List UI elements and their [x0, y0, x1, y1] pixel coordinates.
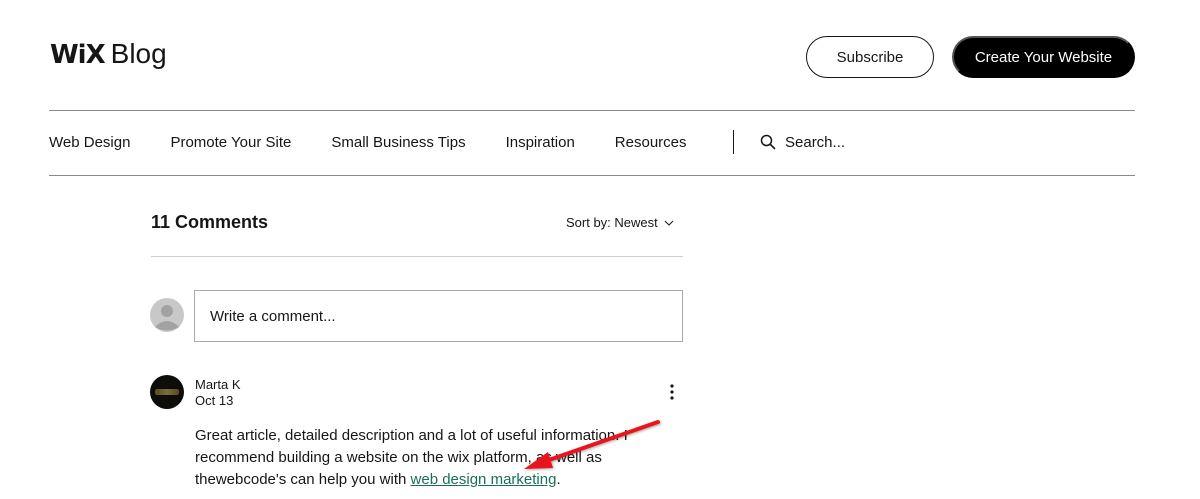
comments-divider	[151, 256, 683, 257]
comment-link[interactable]: web design marketing	[411, 471, 557, 488]
comment-date: Oct 13	[195, 393, 234, 408]
user-avatar-icon	[150, 298, 184, 332]
nav-item-web-design[interactable]: Web Design	[49, 134, 130, 151]
comments-count-title: 11 Comments	[151, 212, 269, 232]
blog-page: WiX Blog Subscribe Create Your Website W…	[0, 0, 1200, 499]
search-placeholder[interactable]: Search...	[785, 134, 845, 151]
comment-text-after-link: .	[556, 471, 561, 488]
chevron-down-icon[interactable]	[664, 220, 674, 226]
logo-blog-text: Blog	[110, 38, 167, 69]
author-avatar-image	[155, 389, 179, 395]
write-comment-input[interactable]	[194, 290, 683, 342]
nav-item-small-business-tips[interactable]: Small Business Tips	[331, 134, 465, 151]
search-box[interactable]: Search...	[760, 130, 845, 154]
nav-divider	[733, 130, 734, 154]
author-avatar[interactable]	[150, 375, 184, 409]
comment-author-name[interactable]: Marta K	[195, 377, 241, 392]
category-nav: Web Design Promote Your Site Small Busin…	[49, 128, 727, 156]
nav-item-inspiration[interactable]: Inspiration	[506, 134, 575, 151]
nav-item-resources[interactable]: Resources	[615, 134, 687, 151]
sort-label[interactable]: Sort by: Newest	[566, 215, 658, 230]
sort-dropdown[interactable]: Sort by: Newest	[566, 215, 674, 230]
wix-blog-logo[interactable]: WiX Blog	[50, 38, 167, 70]
subscribe-button[interactable]: Subscribe	[806, 36, 934, 78]
logo-wix-text: WiX	[50, 40, 106, 70]
more-vertical-icon[interactable]	[667, 383, 677, 401]
header-divider	[49, 110, 1135, 111]
nav-divider-bottom	[49, 175, 1135, 176]
create-website-button[interactable]: Create Your Website	[952, 36, 1135, 78]
nav-item-promote-your-site[interactable]: Promote Your Site	[170, 134, 291, 151]
search-icon[interactable]	[760, 134, 776, 150]
comment-text: Great article, detailed description and …	[195, 425, 665, 491]
